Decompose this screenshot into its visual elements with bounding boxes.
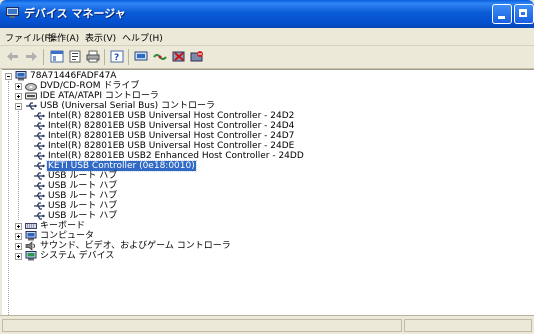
sound-icon [25,241,35,251]
tree-guide-line [18,111,19,220]
tree-item-computer[interactable]: コンピュータ [39,231,95,241]
usb-icon [34,202,45,210]
computer-icon [25,231,37,241]
collapse-icon[interactable] [5,73,12,80]
usb-icon [34,162,45,170]
minimize-button[interactable] [492,4,512,24]
tree-guide-line [8,81,9,315]
scan-hardware-icon[interactable] [134,50,148,63]
menu-help[interactable]: ヘルプ(H) [122,31,163,44]
window-title: デバイス マネージャ [24,7,126,20]
status-pane [2,319,402,332]
tree-item-ide[interactable]: IDE ATA/ATAPI コントローラ [39,91,160,101]
help-icon[interactable]: ? [110,50,124,63]
tree-item-usb-root-hub[interactable]: USB ルート ハブ [47,171,118,181]
print-icon[interactable] [86,50,100,63]
maximize-button[interactable] [514,4,534,24]
tree-item-usb-root-hub[interactable]: USB ルート ハブ [47,201,118,211]
console-tree-icon[interactable] [50,50,64,63]
computer-icon [15,71,27,81]
tree-item-usb[interactable]: USB (Universal Serial Bus) コントローラ [39,101,216,111]
toolbar: ? [0,46,534,69]
usb-icon [34,182,45,190]
menu-bar: ファイル(F) 操作(A) 表示(V) ヘルプ(H) [0,28,534,46]
expand-icon[interactable] [15,233,22,240]
menu-file[interactable]: ファイル(F) [5,31,53,44]
network-icon[interactable] [153,50,167,63]
tree-item-dvd[interactable]: DVD/CD-ROM ドライブ [39,81,140,91]
forward-arrow-icon[interactable] [24,50,38,63]
collapse-icon[interactable] [15,103,22,110]
tree-item-keyboard[interactable]: キーボード [39,221,86,231]
expand-icon[interactable] [15,253,22,260]
dvd-drive-icon [25,83,37,91]
status-pane [404,319,532,332]
uninstall-icon[interactable] [172,50,186,63]
usb-icon [26,102,37,110]
system-device-icon [25,251,37,261]
disable-icon[interactable] [190,50,204,63]
usb-icon [34,112,45,120]
usb-icon [34,192,45,200]
svg-text:?: ? [114,53,119,63]
expand-icon[interactable] [15,93,22,100]
ide-controller-icon [25,92,37,100]
tree-root[interactable]: 78A71446FADF47A [29,71,117,81]
device-manager-icon [6,7,19,18]
properties-icon[interactable] [68,50,82,63]
keyboard-icon [25,223,37,229]
expand-icon[interactable] [15,223,22,230]
title-bar[interactable]: デバイス マネージャ [0,0,534,28]
tree-item-usb-host-24d4[interactable]: Intel(R) 82801EB USB Universal Host Cont… [47,121,295,131]
tree-item-sound[interactable]: サウンド、ビデオ、およびゲーム コントローラ [39,241,232,251]
usb-icon [34,132,45,140]
tree-item-usb-host-24d2[interactable]: Intel(R) 82801EB USB Universal Host Cont… [47,111,295,121]
tree-item-usb-root-hub[interactable]: USB ルート ハブ [47,181,118,191]
usb-icon [34,142,45,150]
toolbar-separator [104,49,105,65]
usb-icon [34,122,45,130]
menu-action[interactable]: 操作(A) [48,31,79,44]
device-tree[interactable]: 78A71446FADF47A DVD/CD-ROM ドライブ IDE ATA/… [2,69,534,316]
back-arrow-icon[interactable] [6,50,20,63]
tree-item-system-devices[interactable]: システム デバイス [39,251,115,261]
tree-item-usb-host-24d7[interactable]: Intel(R) 82801EB USB Universal Host Cont… [47,131,295,141]
toolbar-separator [128,49,129,65]
tree-item-keti-usb-controller[interactable]: KETI USB Controller (0e18:0010) [46,160,197,172]
usb-icon [34,152,45,160]
status-bar [0,315,534,334]
expand-icon[interactable] [15,83,22,90]
tree-item-usb2-enhanced-24dd[interactable]: Intel(R) 82801EB USB2 Enhanced Host Cont… [47,151,305,161]
toolbar-separator [43,49,44,65]
tree-item-usb-root-hub[interactable]: USB ルート ハブ [47,191,118,201]
tree-item-usb-host-24de[interactable]: Intel(R) 82801EB USB Universal Host Cont… [47,141,295,151]
usb-icon [34,212,45,220]
device-manager-window: デバイス マネージャ ファイル(F) 操作(A) 表示(V) ヘルプ(H) ? … [0,0,534,334]
menu-view[interactable]: 表示(V) [85,31,116,44]
usb-icon [34,172,45,180]
expand-icon[interactable] [15,243,22,250]
tree-item-usb-root-hub[interactable]: USB ルート ハブ [47,211,118,221]
